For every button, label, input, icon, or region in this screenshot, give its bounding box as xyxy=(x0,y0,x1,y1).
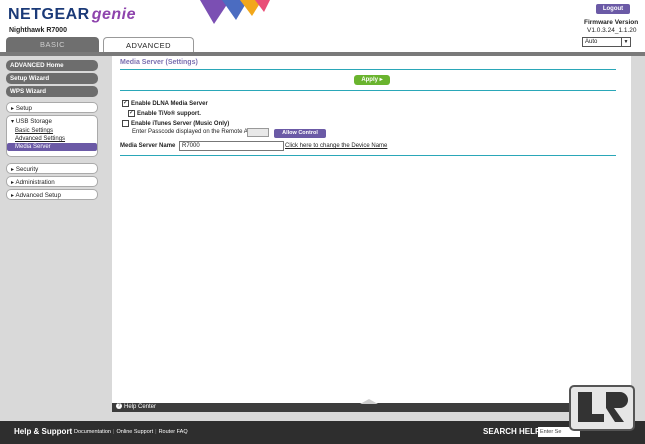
help-center-label: Help Center xyxy=(124,404,157,410)
sidebar-item-wps-wizard[interactable]: WPS Wizard xyxy=(6,86,98,97)
sidebar-subitem-media-server[interactable]: Media Server xyxy=(7,143,97,151)
footer-link-router-faq[interactable]: Router FAQ xyxy=(159,429,188,435)
footer-link-online-support[interactable]: Online Support xyxy=(116,429,153,435)
sidebar-subitem-basic-settings[interactable]: Basic Settings xyxy=(7,127,97,135)
sidebar: ADVANCED Home Setup Wizard WPS Wizard ▸ … xyxy=(6,60,98,202)
passcode-input[interactable] xyxy=(247,128,269,137)
tab-basic[interactable]: BASIC xyxy=(6,37,99,52)
tivo-suffix: ® support. xyxy=(170,110,201,117)
apply-button[interactable]: Apply ▸ xyxy=(354,75,390,85)
enable-itunes-label: Enable iTunes Server (Music Only) xyxy=(131,120,230,127)
itunes-row: Enable iTunes Server (Music Only) xyxy=(122,120,229,127)
sidebar-item-usb-storage[interactable]: ▾ USB Storage xyxy=(7,116,97,127)
brand-name: NETGEAR xyxy=(8,6,90,23)
enable-dlna-checkbox[interactable] xyxy=(122,99,129,107)
footer-separator: | xyxy=(155,429,157,435)
form-divider xyxy=(120,155,616,156)
help-center-bar[interactable]: ? Help Center xyxy=(112,399,631,412)
footer: Help & Support Documentation | Online Supp… xyxy=(0,421,645,444)
page-title: Media Server (Settings) xyxy=(120,59,198,66)
sidebar-item-setup-wizard[interactable]: Setup Wizard xyxy=(6,73,98,84)
passcode-label: Enter Passcode displayed on the Remote A… xyxy=(132,129,255,135)
dlna-row: Enable DLNA Media Server xyxy=(122,99,208,107)
media-server-name-input[interactable]: R7000 xyxy=(179,141,284,151)
enable-dlna-label: Enable DLNA Media Server xyxy=(131,100,208,107)
enable-tivo-label: Enable TiVo xyxy=(137,110,171,117)
media-server-name-label: Media Server Name xyxy=(120,143,176,149)
language-select[interactable]: Auto ▼ xyxy=(582,37,631,47)
apply-divider xyxy=(120,90,616,91)
main-content: Media Server (Settings) Apply ▸ Enable D… xyxy=(112,56,631,404)
chevron-down-icon: ▼ xyxy=(621,38,630,46)
footer-links: Documentation | Online Support | Router FAQ xyxy=(74,429,188,435)
firmware-version: V1.0.3.24_1.1.20 xyxy=(587,27,637,34)
enable-itunes-checkbox[interactable] xyxy=(122,120,129,127)
brand-suffix: genie xyxy=(91,6,137,23)
sidebar-group-usb-storage: ▾ USB Storage Basic Settings Advanced Se… xyxy=(6,115,98,157)
tab-advanced[interactable]: ADVANCED xyxy=(103,37,194,52)
sidebar-item-setup[interactable]: ▸ Setup xyxy=(6,102,98,113)
netgear-logo: NETGEAR genie xyxy=(8,6,136,24)
footer-title: Help & Support xyxy=(14,427,73,436)
legit-reviews-watermark-logo xyxy=(569,385,635,431)
firmware-label: Firmware Version xyxy=(584,19,639,26)
model-name: Nighthawk R7000 xyxy=(9,27,67,34)
logout-button[interactable]: Logout xyxy=(596,4,630,14)
sidebar-item-security[interactable]: ▸ Security xyxy=(6,163,98,174)
expand-arrow-icon[interactable] xyxy=(360,399,378,404)
help-icon: ? xyxy=(116,403,122,410)
sidebar-item-advanced-setup[interactable]: ▸ Advanced Setup xyxy=(6,189,98,200)
change-device-name-link[interactable]: Click here to change the Device Name xyxy=(285,143,387,149)
header-decoration-graphic xyxy=(200,0,270,24)
allow-control-button[interactable]: Allow Control xyxy=(274,129,326,138)
search-help-label: SEARCH HELP xyxy=(483,427,541,436)
title-divider xyxy=(120,69,616,70)
sidebar-subitem-advanced-settings[interactable]: Advanced Settings xyxy=(7,135,97,143)
enable-tivo-checkbox[interactable] xyxy=(128,109,135,117)
footer-link-documentation[interactable]: Documentation xyxy=(74,429,111,435)
language-selected-value: Auto xyxy=(585,39,598,45)
tivo-row: Enable TiVo ® support. xyxy=(128,109,201,117)
sidebar-item-administration[interactable]: ▸ Administration xyxy=(6,176,98,187)
sidebar-item-advanced-home[interactable]: ADVANCED Home xyxy=(6,60,98,71)
footer-separator: | xyxy=(113,429,115,435)
